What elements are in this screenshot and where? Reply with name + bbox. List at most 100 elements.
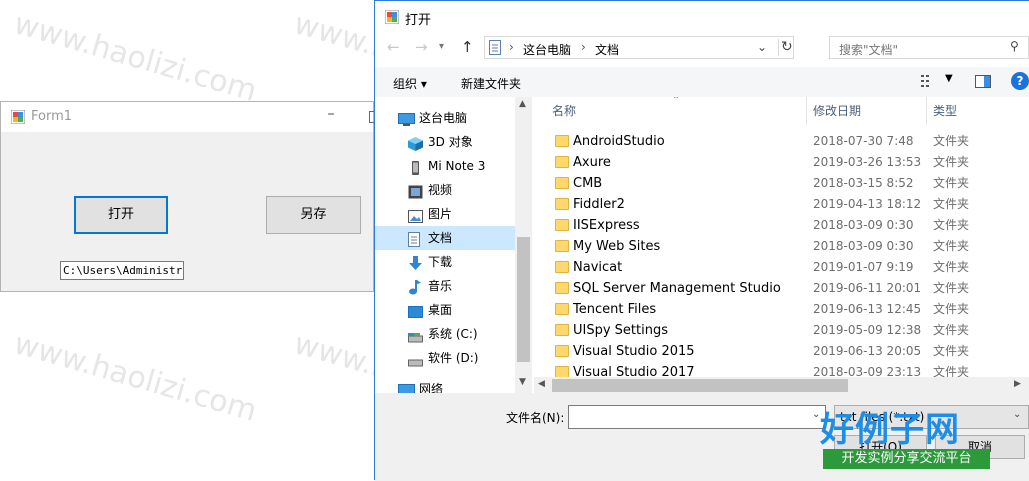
breadcrumb-item[interactable]: 这台电脑 [523,41,571,58]
file-row[interactable]: Axure 2019-03-26 13:53 文件夹 [534,152,1029,173]
column-header-name[interactable]: 名称 [552,97,576,125]
file-date: 2019-01-07 9:19 [813,260,914,274]
chevron-down-icon[interactable]: ⌄ [757,40,767,54]
nav-item-this-pc[interactable]: 这台电脑 [375,106,515,130]
file-row[interactable]: IISExpress 2018-03-09 0:30 文件夹 [534,215,1029,236]
nav-item-drive-c[interactable]: 系统 (C:) [375,322,515,346]
scroll-left-icon[interactable]: ◀ [538,379,545,389]
sort-arrow-icon: ⌃ [672,97,681,106]
drive-icon [408,351,423,367]
column-header-date[interactable]: 修改日期 [813,97,861,125]
refresh-icon[interactable]: ↻ [781,39,793,55]
file-name: Navicat [573,260,623,275]
nav-item-label: 文档 [428,231,453,245]
file-date: 2018-03-09 0:30 [813,239,914,253]
new-folder-button[interactable]: 新建文件夹 [461,75,521,92]
saveas-button[interactable]: 另存 [266,196,361,234]
file-row[interactable]: Fiddler2 2019-04-13 18:12 文件夹 [534,194,1029,215]
chevron-down-icon[interactable]: ⌄ [1013,409,1021,420]
scroll-up-icon[interactable]: ▲ [519,99,526,109]
file-name: AndroidStudio [573,134,665,149]
search-placeholder: 搜索"文档" [839,43,899,57]
file-row[interactable]: AndroidStudio 2018-07-30 7:48 文件夹 [534,131,1029,152]
organize-menu[interactable]: 组织 ▾ [393,75,427,92]
path-textbox[interactable]: C:\Users\Administrat [60,261,184,280]
nav-item-drive-d[interactable]: 软件 (D:) [375,346,515,370]
nav-item-label: 系统 (C:) [428,327,478,341]
breadcrumb-item[interactable]: 文档 [595,41,619,58]
dialog-title: 打开 [405,13,432,28]
up-arrow-icon[interactable]: ↑ [461,38,474,56]
file-name: Axure [573,155,611,170]
nav-item-pictures[interactable]: 图片 [375,202,515,226]
watermark: www.haolizi.com [10,6,261,109]
nav-item-downloads[interactable]: 下载 [375,250,515,274]
folder-icon [555,303,569,315]
site-logo: 好例子网 开发实例分享交流平台 [820,402,992,472]
command-bar: 组织 ▾ 新建文件夹 ▼ ? [375,67,1029,97]
file-date: 2018-07-30 7:48 [813,134,914,148]
nav-item-label: 软件 (D:) [428,351,479,365]
column-divider[interactable] [926,97,927,125]
nav-item-label: 桌面 [428,303,453,317]
search-box[interactable]: 搜索"文档" ⚲ [829,36,1029,59]
filename-input[interactable] [568,405,826,429]
file-name: Visual Studio 2015 [573,344,695,359]
file-row[interactable]: SQL Server Management Studio 2019-06-11 2… [534,278,1029,299]
document-icon [408,231,423,247]
file-name: SQL Server Management Studio [573,281,781,296]
scroll-down-icon[interactable]: ▼ [519,377,526,387]
search-icon[interactable]: ⚲ [1010,39,1019,53]
logo-main-text: 好例子网 [820,410,960,450]
file-row[interactable]: CMB 2018-03-15 8:52 文件夹 [534,173,1029,194]
nav-item-desktop[interactable]: 桌面 [375,298,515,322]
forward-arrow-icon[interactable]: → [415,38,428,56]
file-type: 文件夹 [933,155,970,169]
nav-item-videos[interactable]: 视频 [375,178,515,202]
download-icon [408,255,423,270]
scroll-right-icon[interactable]: ▶ [1014,379,1021,389]
nav-item-label: 视频 [428,183,453,197]
file-row[interactable]: UISpy Settings 2019-05-09 12:38 文件夹 [534,320,1029,341]
phone-icon [408,159,423,175]
folder-icon [555,261,569,273]
column-divider[interactable] [806,97,807,125]
computer-icon [398,111,415,126]
file-row[interactable]: My Web Sites 2018-03-09 0:30 文件夹 [534,236,1029,257]
nav-item-mi-note[interactable]: Mi Note 3 [375,154,515,178]
scroll-thumb[interactable] [552,379,848,392]
open-button[interactable]: 打开 [74,196,168,234]
address-bar[interactable]: › 这台电脑 › 文档 ⌄ ↻ [484,36,794,59]
file-name: CMB [573,176,603,191]
nav-item-network[interactable]: 网络 [375,377,515,393]
file-list-hscrollbar[interactable]: ◀ ▶ [534,377,1029,394]
nav-item-documents[interactable]: 文档 [375,226,515,250]
watermark: www.haolizi.com [10,326,261,429]
back-arrow-icon[interactable]: ← [387,38,400,56]
nav-scrollbar[interactable]: ▲ ▼ [515,97,532,393]
file-type: 文件夹 [933,134,970,148]
file-row[interactable]: Navicat 2019-01-07 9:19 文件夹 [534,257,1029,278]
preview-pane-icon[interactable] [975,75,991,91]
minimize-button[interactable]: – [321,106,341,126]
nav-item-label: 图片 [428,207,453,221]
nav-item-label: 音乐 [428,279,453,293]
file-row[interactable]: Visual Studio 2015 2019-06-13 20:05 文件夹 [534,341,1029,362]
column-header-type[interactable]: 类型 [933,97,957,125]
form1-titlebar[interactable]: Form1 – [1,102,381,132]
nav-item-music[interactable]: 音乐 [375,274,515,298]
scroll-thumb[interactable] [517,237,530,362]
recent-chevron-icon[interactable]: ▾ [439,41,444,52]
file-name: Fiddler2 [573,197,625,212]
folder-icon [555,219,569,231]
network-icon [398,382,415,393]
file-name: UISpy Settings [573,323,668,338]
file-row[interactable]: Tencent Files 2019-06-13 12:45 文件夹 [534,299,1029,320]
chevron-down-icon[interactable]: ▼ [945,73,953,84]
file-type: 文件夹 [933,176,970,190]
view-options-icon[interactable] [921,75,937,90]
nav-item-3d-objects[interactable]: 3D 对象 [375,130,515,154]
form1-window: Form1 – 打开 另存 C:\Users\Administrat [0,101,381,292]
nav-item-label: 下载 [428,255,453,269]
help-icon[interactable]: ? [1011,72,1029,90]
